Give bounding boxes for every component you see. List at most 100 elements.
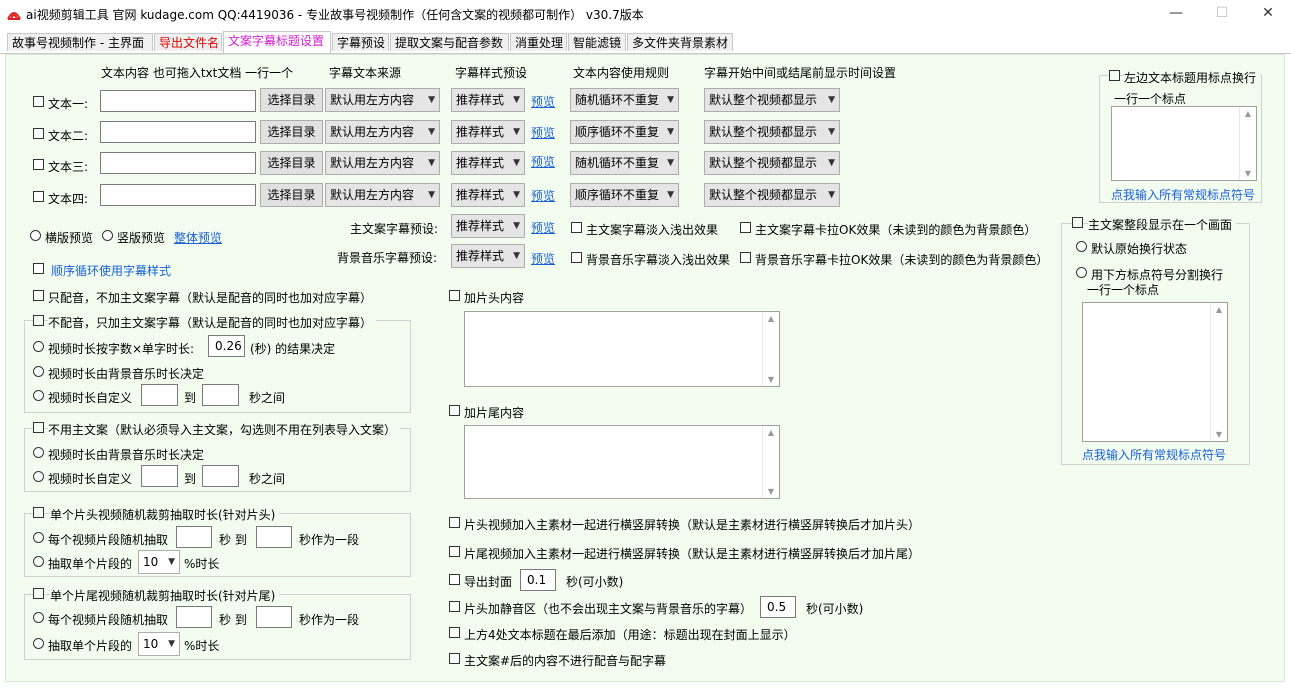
duration-by-bgm-radio[interactable] bbox=[33, 366, 44, 377]
text-row-input[interactable] bbox=[100, 90, 256, 112]
usage-rule-select[interactable]: 随机循环不重复 ▼ bbox=[570, 88, 679, 112]
vertical-preview-radio[interactable] bbox=[102, 230, 113, 241]
silence-time-input[interactable]: 0.5 bbox=[760, 596, 796, 618]
head-random-min-input[interactable] bbox=[176, 526, 212, 548]
main-preset-select[interactable]: 推荐样式 ▼ bbox=[451, 214, 525, 238]
title-last-checkbox[interactable] bbox=[449, 627, 460, 638]
preview-link[interactable]: 预览 bbox=[531, 187, 555, 204]
duration-min-input-2[interactable] bbox=[141, 465, 178, 487]
text-row-checkbox[interactable] bbox=[33, 128, 44, 139]
scroll-down-icon[interactable]: ▼ bbox=[1240, 169, 1256, 178]
tab-dedup[interactable]: 消重处理 bbox=[510, 33, 567, 51]
subtitle-source-select[interactable]: 默认用左方内容 ▼ bbox=[325, 151, 440, 175]
display-time-select[interactable]: 默认整个视频都显示 ▼ bbox=[704, 120, 840, 144]
head-random-max-input[interactable] bbox=[256, 526, 292, 548]
one-screen-checkbox[interactable] bbox=[1072, 217, 1083, 228]
close-button[interactable]: ✕ bbox=[1245, 0, 1291, 28]
text-row-input[interactable] bbox=[100, 121, 256, 143]
left-title-wrap-checkbox[interactable] bbox=[1109, 70, 1120, 81]
head-pct-select[interactable]: 10 ▼ bbox=[138, 550, 180, 574]
display-time-select[interactable]: 默认整个视频都显示 ▼ bbox=[704, 88, 840, 112]
head-clip-checkbox[interactable] bbox=[33, 507, 44, 518]
head-each-random-radio[interactable] bbox=[33, 532, 44, 543]
subtitle-source-select[interactable]: 默认用左方内容 ▼ bbox=[325, 120, 440, 144]
tab-subtitle-presets[interactable]: 字幕预设 bbox=[332, 33, 389, 51]
usage-rule-select[interactable]: 顺序循环不重复 ▼ bbox=[570, 120, 679, 144]
style-preset-select[interactable]: 推荐样式 ▼ bbox=[451, 88, 525, 112]
no-main-text-checkbox[interactable] bbox=[33, 422, 44, 433]
scroll-down-icon[interactable]: ▼ bbox=[763, 375, 779, 384]
text-row-checkbox[interactable] bbox=[33, 191, 44, 202]
subtitle-source-select[interactable]: 默认用左方内容 ▼ bbox=[325, 88, 440, 112]
style-preset-select[interactable]: 推荐样式 ▼ bbox=[451, 151, 525, 175]
overall-preview-link[interactable]: 整体预览 bbox=[174, 229, 222, 246]
duration-by-chars-radio[interactable] bbox=[33, 341, 44, 352]
scroll-up-icon[interactable]: ▲ bbox=[1240, 109, 1256, 118]
seq-loop-style-checkbox[interactable] bbox=[33, 263, 44, 274]
duration-custom-radio-2[interactable] bbox=[33, 471, 44, 482]
head-extract-pct-radio[interactable] bbox=[33, 556, 44, 567]
tab-export-filename[interactable]: 导出文件名 bbox=[154, 33, 222, 51]
input-punct-link-2[interactable]: 点我输入所有常规标点符号 bbox=[1082, 446, 1226, 463]
text-row-input[interactable] bbox=[100, 152, 256, 174]
input-punct-link[interactable]: 点我输入所有常规标点符号 bbox=[1111, 186, 1255, 203]
tail-random-max-input[interactable] bbox=[256, 606, 292, 628]
cover-time-input[interactable]: 0.1 bbox=[520, 569, 556, 591]
tail-clip-checkbox[interactable] bbox=[33, 588, 44, 599]
bgm-karaoke-checkbox[interactable] bbox=[740, 252, 751, 263]
text-row-checkbox[interactable] bbox=[33, 96, 44, 107]
tab-extract-dub-params[interactable]: 提取文案与配音参数 bbox=[390, 33, 509, 51]
intro-silence-checkbox[interactable] bbox=[449, 601, 460, 612]
choose-dir-button[interactable]: 选择目录 bbox=[260, 151, 323, 175]
outro-content-checkbox[interactable] bbox=[449, 405, 460, 416]
main-preset-preview-link[interactable]: 预览 bbox=[531, 219, 555, 236]
display-time-select[interactable]: 默认整个视频都显示 ▼ bbox=[704, 151, 840, 175]
bgm-preset-select[interactable]: 推荐样式 ▼ bbox=[451, 244, 525, 268]
choose-dir-button[interactable]: 选择目录 bbox=[260, 183, 323, 207]
outro-convert-checkbox[interactable] bbox=[449, 546, 460, 557]
main-fade-checkbox[interactable] bbox=[571, 222, 582, 233]
export-cover-checkbox[interactable] bbox=[449, 574, 460, 585]
text-row-input[interactable] bbox=[100, 184, 256, 206]
display-time-select[interactable]: 默认整个视频都显示 ▼ bbox=[704, 183, 840, 207]
tail-random-min-input[interactable] bbox=[176, 606, 212, 628]
wrap-punct-textarea[interactable]: ▲ ▼ bbox=[1082, 302, 1228, 442]
preview-link[interactable]: 预览 bbox=[531, 124, 555, 141]
scrollbar[interactable]: ▲ ▼ bbox=[762, 312, 779, 386]
usage-rule-select[interactable]: 顺序循环不重复 ▼ bbox=[570, 183, 679, 207]
maximize-button[interactable]: ☐ bbox=[1199, 0, 1245, 28]
tab-smart-filter[interactable]: 智能滤镜 bbox=[568, 33, 626, 51]
char-duration-input[interactable]: 0.26 bbox=[208, 335, 245, 357]
minimize-button[interactable]: — bbox=[1153, 0, 1199, 28]
duration-by-bgm-radio-2[interactable] bbox=[33, 447, 44, 458]
scrollbar[interactable]: ▲ ▼ bbox=[1239, 107, 1256, 180]
intro-content-textarea[interactable]: ▲ ▼ bbox=[464, 311, 780, 387]
tail-pct-select[interactable]: 10 ▼ bbox=[138, 632, 180, 656]
main-karaoke-checkbox[interactable] bbox=[740, 222, 751, 233]
text-row-checkbox[interactable] bbox=[33, 159, 44, 170]
scroll-down-icon[interactable]: ▼ bbox=[763, 487, 779, 496]
preview-link[interactable]: 预览 bbox=[531, 153, 555, 170]
choose-dir-button[interactable]: 选择目录 bbox=[260, 88, 323, 112]
only-dub-checkbox[interactable] bbox=[33, 290, 44, 301]
scrollbar[interactable]: ▲ ▼ bbox=[1210, 303, 1227, 441]
bgm-preset-preview-link[interactable]: 预览 bbox=[531, 250, 555, 267]
tab-main[interactable]: 故事号视频制作 - 主界面 bbox=[7, 33, 153, 51]
scroll-up-icon[interactable]: ▲ bbox=[1211, 305, 1227, 314]
style-preset-select[interactable]: 推荐样式 ▼ bbox=[451, 183, 525, 207]
tab-text-subtitle-settings[interactable]: 文案字幕标题设置 bbox=[223, 31, 331, 53]
default-wrap-radio[interactable] bbox=[1076, 241, 1087, 252]
usage-rule-select[interactable]: 随机循环不重复 ▼ bbox=[570, 151, 679, 175]
horizontal-preview-radio[interactable] bbox=[30, 230, 41, 241]
duration-custom-radio[interactable] bbox=[33, 390, 44, 401]
punct-wrap-radio[interactable] bbox=[1076, 267, 1087, 278]
tab-multi-folder-bg[interactable]: 多文件夹背景素材 bbox=[627, 33, 733, 51]
intro-convert-checkbox[interactable] bbox=[449, 517, 460, 528]
duration-min-input[interactable] bbox=[141, 384, 178, 406]
left-title-punct-textarea[interactable]: ▲ ▼ bbox=[1111, 106, 1257, 181]
bgm-fade-checkbox[interactable] bbox=[571, 252, 582, 263]
no-dub-after-hash-checkbox[interactable] bbox=[449, 653, 460, 664]
style-preset-select[interactable]: 推荐样式 ▼ bbox=[451, 120, 525, 144]
intro-content-checkbox[interactable] bbox=[449, 290, 460, 301]
no-dub-checkbox[interactable] bbox=[33, 315, 44, 326]
